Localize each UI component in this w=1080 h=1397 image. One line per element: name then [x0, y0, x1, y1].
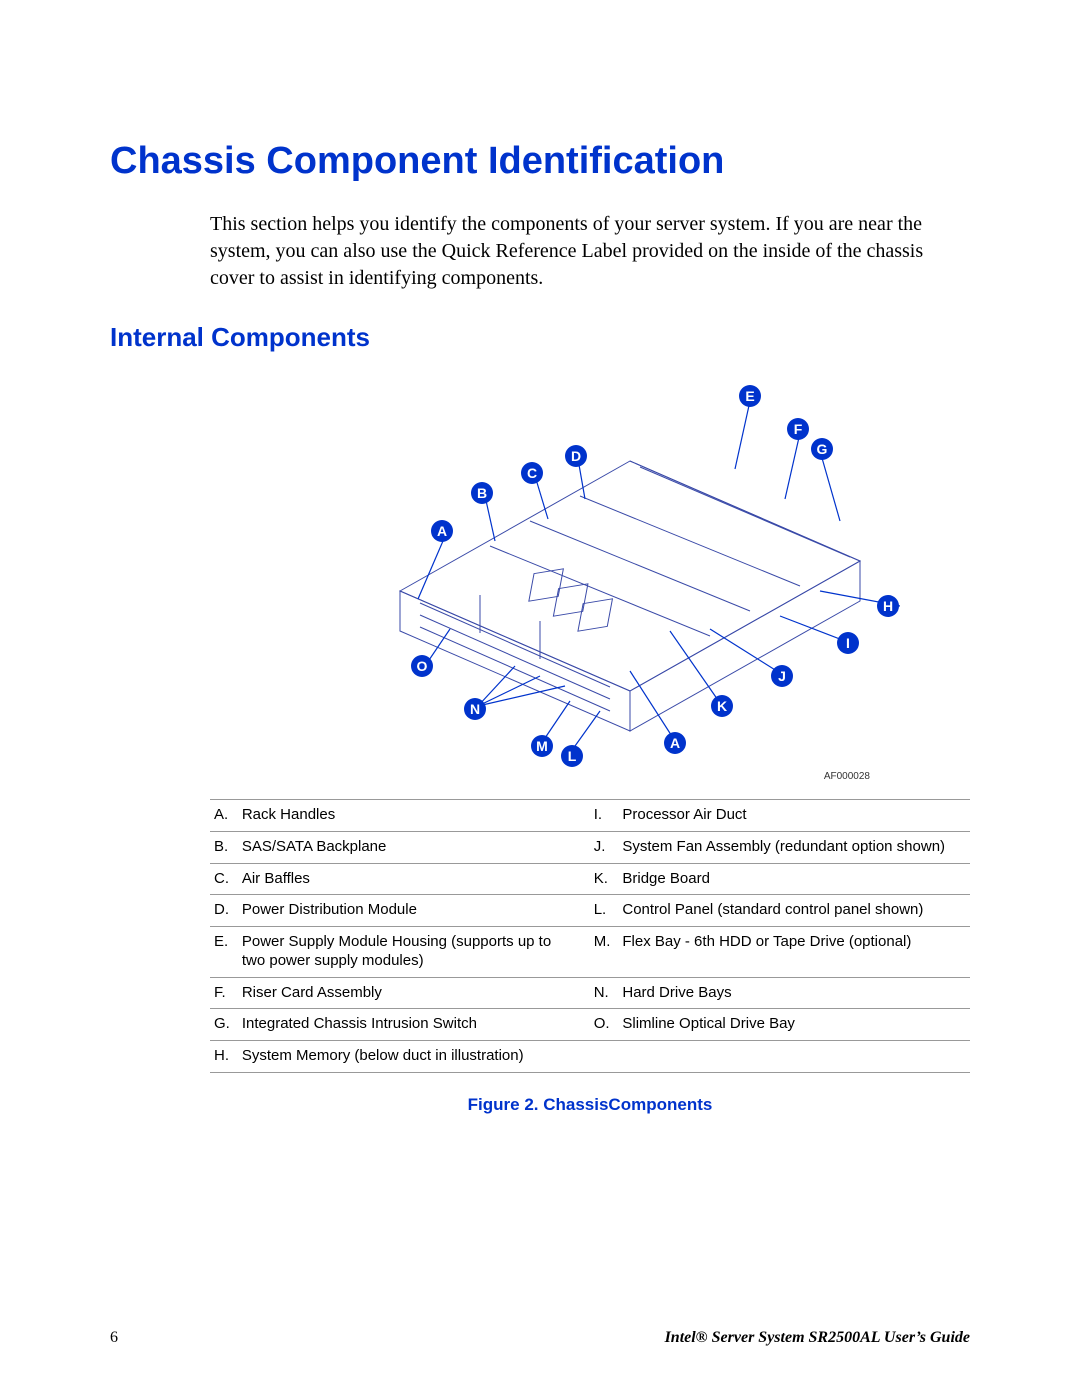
legend-row: A.Rack HandlesI.Processor Air Duct	[210, 800, 970, 832]
legend-desc: Flex Bay - 6th HDD or Tape Drive (option…	[618, 927, 970, 978]
legend-letter: B.	[210, 831, 238, 863]
legend-row: D.Power Distribution ModuleL.Control Pan…	[210, 895, 970, 927]
svg-text:O: O	[417, 658, 428, 674]
legend-desc	[618, 1041, 970, 1073]
svg-text:G: G	[817, 441, 828, 457]
legend-desc: System Fan Assembly (redundant option sh…	[618, 831, 970, 863]
legend-desc: SAS/SATA Backplane	[238, 831, 590, 863]
legend-row: C.Air BafflesK.Bridge Board	[210, 863, 970, 895]
callout-L: L	[561, 745, 583, 767]
svg-text:D: D	[571, 448, 581, 464]
legend-letter: O.	[590, 1009, 619, 1041]
legend-desc: Rack Handles	[238, 800, 590, 832]
callout-F: F	[787, 418, 809, 440]
page-footer: 6 Intel® Server System SR2500AL User’s G…	[110, 1329, 970, 1347]
legend-letter: M.	[590, 927, 619, 978]
callout-H: H	[877, 595, 899, 617]
legend-letter: N.	[590, 977, 619, 1009]
legend-letter: E.	[210, 927, 238, 978]
page-number: 6	[110, 1329, 118, 1347]
legend-desc: Integrated Chassis Intrusion Switch	[238, 1009, 590, 1041]
svg-text:K: K	[717, 698, 727, 714]
legend-letter: C.	[210, 863, 238, 895]
legend-row: H.System Memory (below duct in illustrat…	[210, 1041, 970, 1073]
figure-caption: Figure 2. ChassisComponents	[210, 1095, 970, 1115]
callout-A: A	[431, 520, 453, 542]
callout-J: J	[771, 665, 793, 687]
svg-text:A: A	[670, 735, 680, 751]
svg-text:J: J	[778, 668, 786, 684]
callout-I: I	[837, 632, 859, 654]
svg-text:H: H	[883, 598, 893, 614]
legend-desc: Air Baffles	[238, 863, 590, 895]
svg-text:I: I	[846, 635, 850, 651]
legend-desc: Bridge Board	[618, 863, 970, 895]
figure-container: A B C D E F G H I J K L M N O A AF000028…	[210, 371, 970, 1115]
callout-K: K	[711, 695, 733, 717]
legend-letter	[590, 1041, 619, 1073]
legend-letter: A.	[210, 800, 238, 832]
callout-B: B	[471, 482, 493, 504]
legend-letter: L.	[590, 895, 619, 927]
legend-row: E.Power Supply Module Housing (supports …	[210, 927, 970, 978]
legend-row: B.SAS/SATA BackplaneJ.System Fan Assembl…	[210, 831, 970, 863]
callout-G: G	[811, 438, 833, 460]
svg-text:M: M	[536, 738, 548, 754]
callout-A-second: A	[664, 732, 686, 754]
legend-letter: H.	[210, 1041, 238, 1073]
svg-text:F: F	[794, 421, 803, 437]
legend-desc: Power Supply Module Housing (supports up…	[238, 927, 590, 978]
legend-desc: System Memory (below duct in illustratio…	[238, 1041, 590, 1073]
legend-letter: I.	[590, 800, 619, 832]
legend-desc: Riser Card Assembly	[238, 977, 590, 1009]
svg-text:L: L	[568, 748, 577, 764]
svg-text:N: N	[470, 701, 480, 717]
chassis-diagram: A B C D E F G H I J K L M N O A AF000028	[280, 371, 900, 791]
legend-letter: K.	[590, 863, 619, 895]
figure-code: AF000028	[824, 771, 871, 782]
guide-title: Intel® Server System SR2500AL User’s Gui…	[665, 1329, 970, 1347]
legend-letter: J.	[590, 831, 619, 863]
legend-row: G.Integrated Chassis Intrusion SwitchO.S…	[210, 1009, 970, 1041]
legend-desc: Slimline Optical Drive Bay	[618, 1009, 970, 1041]
legend-letter: D.	[210, 895, 238, 927]
svg-text:C: C	[527, 465, 537, 481]
legend-row: F.Riser Card AssemblyN.Hard Drive Bays	[210, 977, 970, 1009]
legend-letter: F.	[210, 977, 238, 1009]
callout-D: D	[565, 445, 587, 467]
legend-desc: Hard Drive Bays	[618, 977, 970, 1009]
intro-paragraph: This section helps you identify the comp…	[210, 211, 970, 292]
callout-M: M	[531, 735, 553, 757]
legend-desc: Control Panel (standard control panel sh…	[618, 895, 970, 927]
legend-desc: Processor Air Duct	[618, 800, 970, 832]
callout-N: N	[464, 698, 486, 720]
section-heading: Internal Components	[110, 322, 970, 353]
legend-letter: G.	[210, 1009, 238, 1041]
callout-C: C	[521, 462, 543, 484]
callout-O: O	[411, 655, 433, 677]
legend-table: A.Rack HandlesI.Processor Air DuctB.SAS/…	[210, 799, 970, 1073]
svg-text:E: E	[745, 388, 754, 404]
svg-text:B: B	[477, 485, 487, 501]
legend-desc: Power Distribution Module	[238, 895, 590, 927]
page-title: Chassis Component Identification	[110, 140, 970, 183]
svg-text:A: A	[437, 523, 447, 539]
callout-E: E	[739, 385, 761, 407]
